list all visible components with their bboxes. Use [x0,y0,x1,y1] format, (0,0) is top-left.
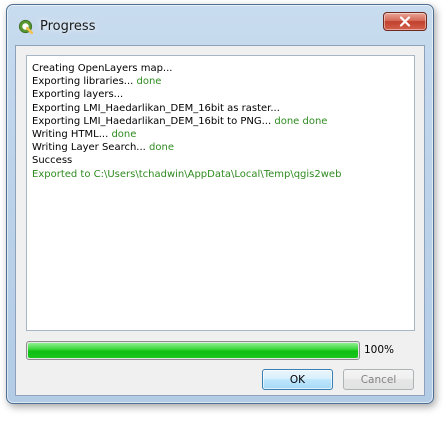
log-line: Success [32,154,410,167]
log-line: Exporting layers... [32,88,410,101]
log-line-text: Exported to C:\Users\tchadwin\AppData\Lo… [32,168,342,180]
progress-bar-fill [28,343,358,358]
log-line: Writing HTML... done [32,128,410,141]
window-title: Progress [40,19,96,34]
log-line: Exporting libraries... done [32,75,410,88]
log-line: Exporting LMI_Haedarlikan_DEM_16bit as r… [32,102,410,115]
progress-dialog: Progress Creating OpenLayers map... Expo… [6,4,434,404]
close-button[interactable] [383,12,427,31]
log-line-status: done [108,129,137,141]
log-line-export-path: Exported to C:\Users\tchadwin\AppData\Lo… [32,168,410,181]
log-line: Exporting LMI_Haedarlikan_DEM_16bit to P… [32,115,410,128]
log-text-area[interactable]: Creating OpenLayers map... Exporting lib… [26,55,415,331]
log-line-text: Creating OpenLayers map... [32,63,173,74]
qgis-icon [18,19,34,35]
log-line-text: Exporting LMI_Haedarlikan_DEM_16bit as r… [32,102,280,114]
log-line-text: Exporting libraries... [32,76,134,88]
title-bar[interactable]: Progress [7,5,433,45]
log-line-text: Writing HTML... [32,129,109,141]
log-line-status: done [133,76,162,88]
log-line-text: Exporting layers... [32,89,124,101]
ok-button[interactable]: OK [262,369,333,390]
dialog-body: Creating OpenLayers map... Exporting lib… [15,45,425,396]
log-line: Writing Layer Search... done [32,141,410,154]
progress-bar [26,341,360,360]
log-line-text: Writing Layer Search... [32,142,146,154]
log-line: Creating OpenLayers map... [32,62,410,75]
progress-percent: 100% [364,344,395,356]
close-icon [399,12,411,31]
log-line-status: done done [271,115,328,127]
log-line-text: Success [32,155,73,167]
log-line-status: done [145,142,174,154]
cancel-button[interactable]: Cancel [343,369,414,390]
log-line-text: Exporting LMI_Haedarlikan_DEM_16bit to P… [32,115,272,127]
